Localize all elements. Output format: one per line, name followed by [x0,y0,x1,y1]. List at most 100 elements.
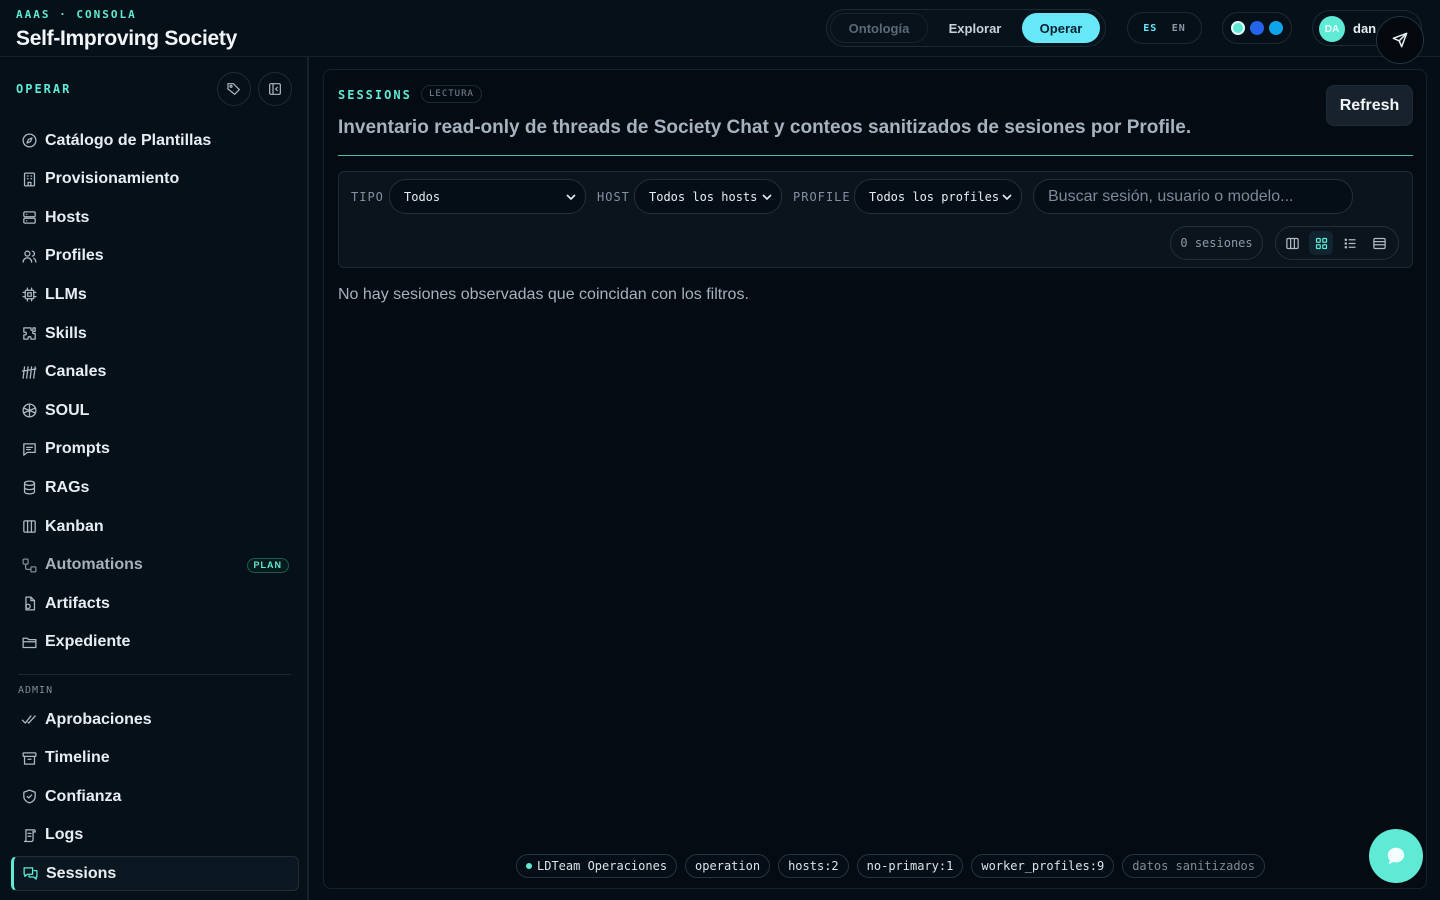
top-header: AAAS · CONSOLA Self-Improving Society On… [0,0,1440,57]
tag-button[interactable] [217,72,251,106]
team-chip-label: LDTeam Operaciones [537,859,668,873]
puzzle-icon [20,325,38,343]
panel-section-title: SESSIONS [338,88,412,102]
sidebar-item-label: Provisionamiento [45,170,180,188]
view-list-button[interactable] [1338,231,1362,255]
sidebar-item-artifacts[interactable]: Artifacts [11,586,299,621]
mode-switcher: Ontología Explorar Operar [826,9,1106,47]
sidebar: OPERAR Catálogo de Plantillas Provisionam… [0,57,309,900]
archive-icon [20,749,38,767]
tag-icon [227,83,241,96]
chevron-down-icon [1002,194,1012,201]
sidebar-item-hosts[interactable]: Hosts [11,200,299,235]
sidebar-item-llms[interactable]: LLMs [11,277,299,312]
theme-switcher [1222,12,1292,44]
atom-icon [20,402,38,420]
sidebar-item-label: LLMs [45,285,87,303]
sidebar-item-timeline[interactable]: Timeline [11,741,299,776]
sidebar-item-logs[interactable]: Logs [11,818,299,853]
sidebar-item-sessions[interactable]: Sessions [11,856,299,892]
check-check-icon [20,711,38,729]
sidebar-item-canales[interactable]: Canales [11,355,299,390]
sidebar-item-label: Timeline [45,749,110,767]
sidebar-item-label: Skills [45,324,87,342]
theme-dot-blue[interactable] [1250,21,1264,35]
message-square-icon [20,440,38,458]
refresh-button[interactable]: Refresh [1326,85,1413,126]
hosts-chip: hosts:2 [778,854,849,878]
read-only-badge: LECTURA [421,85,482,103]
view-grid-button[interactable] [1309,231,1333,255]
view-columns-button[interactable] [1280,231,1304,255]
sidebar-section-title: OPERAR [16,82,72,96]
panel-collapse-icon [269,83,281,95]
app-title: Self-Improving Society [16,27,237,50]
sidebar-divider [18,674,291,675]
sidebar-item-prompts[interactable]: Prompts [11,432,299,467]
sidebar-item-skills[interactable]: Skills [11,316,299,351]
collapse-sidebar-button[interactable] [258,72,292,106]
search-placeholder: Buscar sesión, usuario o modelo... [1048,187,1294,205]
profile-value: Todos los profiles [869,189,1000,204]
operation-chip: operation [685,854,771,878]
chat-bubble-icon [1387,847,1405,865]
search-input[interactable]: Buscar sesión, usuario o modelo... [1033,179,1353,214]
building-icon [20,170,38,188]
sidebar-item-expediente[interactable]: Expediente [11,625,299,660]
shield-icon [20,788,38,806]
lang-es[interactable]: ES [1143,23,1157,34]
accent-divider [338,155,1413,156]
lang-en[interactable]: EN [1172,23,1186,34]
chat-button[interactable] [1369,829,1423,883]
file-icon [20,595,38,613]
sidebar-item-label: Sessions [46,864,117,882]
sidebar-item-kanban[interactable]: Kanban [11,509,299,544]
sidebar-item-label: Automations [45,556,143,574]
columns-icon [20,518,38,536]
scroll-icon [20,826,38,844]
database-icon [20,479,38,497]
sidebar-item-label: Catálogo de Plantillas [45,131,212,149]
sessions-panel: SESSIONS LECTURA Refresh Inventario read… [323,69,1427,889]
sidebar-item-profiles[interactable]: Profiles [11,239,299,274]
sidebar-item-label: Hosts [45,208,90,226]
sidebar-item-label: Kanban [45,517,104,535]
tipo-select[interactable]: Todos [389,179,586,214]
sidebar-item-provisionamiento[interactable]: Provisionamiento [11,162,299,197]
view-switcher [1275,226,1399,260]
context-chips: LDTeam Operaciones operation hosts:2 no-… [516,854,1266,878]
team-chip: LDTeam Operaciones [516,854,678,878]
sidebar-item-confianza[interactable]: Confianza [11,779,299,814]
server-icon [20,209,38,227]
sidebar-item-label: SOUL [45,401,90,419]
sidebar-item-catalogo-de-plantillas[interactable]: Catálogo de Plantillas [11,123,299,158]
host-select[interactable]: Todos los hosts [634,179,782,214]
sidebar-item-label: Confianza [45,787,122,805]
filters-bar: TIPO Todos HOST Todos los hosts PROFILE … [338,171,1413,268]
pointer-tool-button[interactable] [1376,16,1424,64]
sidebar-item-rags[interactable]: RAGs [11,470,299,505]
worker-profiles-chip: worker_profiles:9 [971,854,1115,878]
session-count: 0 sesiones [1170,226,1263,260]
sidebar-item-label: Artifacts [45,594,110,612]
chevron-down-icon [762,194,772,201]
folder-icon [20,633,38,651]
table-icon [1372,237,1386,249]
sidebar-item-automations[interactable]: Automations PLAN [11,548,299,583]
users-icon [20,247,38,265]
mode-operar[interactable]: Operar [1022,13,1100,43]
cpu-icon [20,286,38,304]
language-switcher: ES EN [1127,12,1202,44]
theme-dot-teal[interactable] [1231,21,1245,35]
sidebar-item-aprobaciones[interactable]: Aprobaciones [11,702,299,737]
sidebar-item-soul[interactable]: SOUL [11,393,299,428]
tipo-label: TIPO [351,190,384,204]
mode-ontologia[interactable]: Ontología [830,13,928,43]
view-table-button[interactable] [1367,231,1391,255]
sidebar-item-label: RAGs [45,478,90,496]
theme-dot-sky[interactable] [1269,21,1283,35]
grid-icon [1315,237,1327,249]
cursor-arrow-icon [1392,32,1408,48]
mode-explorar[interactable]: Explorar [928,13,1022,43]
profile-select[interactable]: Todos los profiles [854,179,1022,214]
